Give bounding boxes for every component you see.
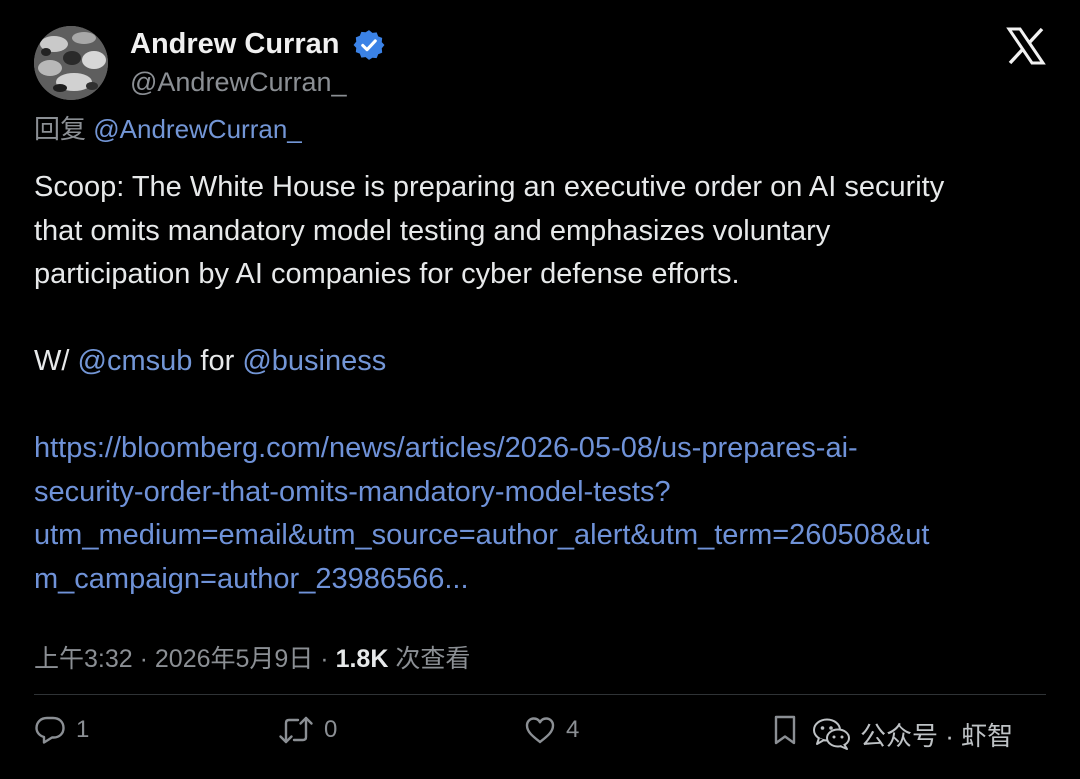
meta-separator: · bbox=[320, 645, 329, 673]
x-logo-icon[interactable] bbox=[1006, 27, 1046, 65]
author-display-name[interactable]: Andrew Curran bbox=[130, 27, 339, 61]
tweet-text-line: participation by AI companies for cyber … bbox=[34, 258, 740, 290]
with-middle: for bbox=[192, 345, 243, 377]
avatar-image bbox=[34, 26, 108, 100]
tweet-card: Andrew Curran @AndrewCurran_ 回复 @AndrewC… bbox=[0, 0, 1080, 779]
wechat-watermark: 公众号 · 虾智 bbox=[812, 714, 1013, 754]
article-link-line[interactable]: utm_medium=email&utm_source=author_alert… bbox=[34, 514, 1064, 558]
reply-to-handle-link[interactable]: @AndrewCurran_ bbox=[93, 114, 301, 144]
reply-button[interactable]: 1 bbox=[34, 712, 89, 748]
tweet-text-line: Scoop: The White House is preparing an e… bbox=[34, 171, 945, 203]
retweet-button[interactable]: 0 bbox=[278, 712, 337, 748]
heart-icon bbox=[525, 717, 555, 744]
watermark-text: 公众号 · 虾智 bbox=[860, 720, 1014, 751]
article-link-line[interactable]: https://bloomberg.com/news/articles/2026… bbox=[34, 427, 1064, 471]
views-count: 1.8K bbox=[335, 645, 389, 673]
mention-cmsub-link[interactable]: @cmsub bbox=[78, 345, 193, 377]
wechat-icon bbox=[813, 718, 850, 750]
reply-count: 1 bbox=[76, 716, 90, 743]
views-label: 次查看 bbox=[395, 645, 471, 673]
tweet-text: Scoop: The White House is preparing an e… bbox=[34, 166, 1064, 601]
reply-context: 回复 @AndrewCurran_ bbox=[34, 112, 302, 146]
like-count: 4 bbox=[566, 716, 580, 743]
author-handle[interactable]: @AndrewCurran_ bbox=[130, 66, 347, 98]
verified-badge-icon bbox=[353, 30, 385, 60]
reply-prefix: 回复 bbox=[34, 114, 87, 144]
with-credits-line: W/ @cmsub for @business bbox=[34, 340, 1064, 384]
like-button[interactable]: 4 bbox=[524, 712, 579, 748]
retweet-count: 0 bbox=[324, 716, 338, 743]
tweet-meta: 上午3:32 · 2026年5月9日 · 1.8K 次查看 bbox=[34, 642, 470, 676]
article-link-line[interactable]: m_campaign=author_23986566... bbox=[34, 558, 1064, 602]
tweet-date[interactable]: 2026年5月9日 bbox=[155, 645, 313, 673]
tweet-text-line: that omits mandatory model testing and e… bbox=[34, 214, 831, 247]
article-link-line[interactable]: security-order-that-omits-mandatory-mode… bbox=[34, 471, 1064, 515]
with-prefix: W/ bbox=[34, 345, 78, 377]
bookmark-icon bbox=[774, 715, 796, 745]
retweet-icon bbox=[279, 716, 313, 744]
divider bbox=[34, 694, 1046, 695]
tweet-time[interactable]: 上午3:32 bbox=[34, 645, 133, 673]
bookmark-button[interactable] bbox=[772, 712, 798, 748]
mention-business-link[interactable]: @business bbox=[242, 345, 386, 377]
reply-icon bbox=[35, 716, 65, 744]
avatar[interactable] bbox=[34, 26, 108, 100]
meta-separator: · bbox=[139, 645, 148, 673]
